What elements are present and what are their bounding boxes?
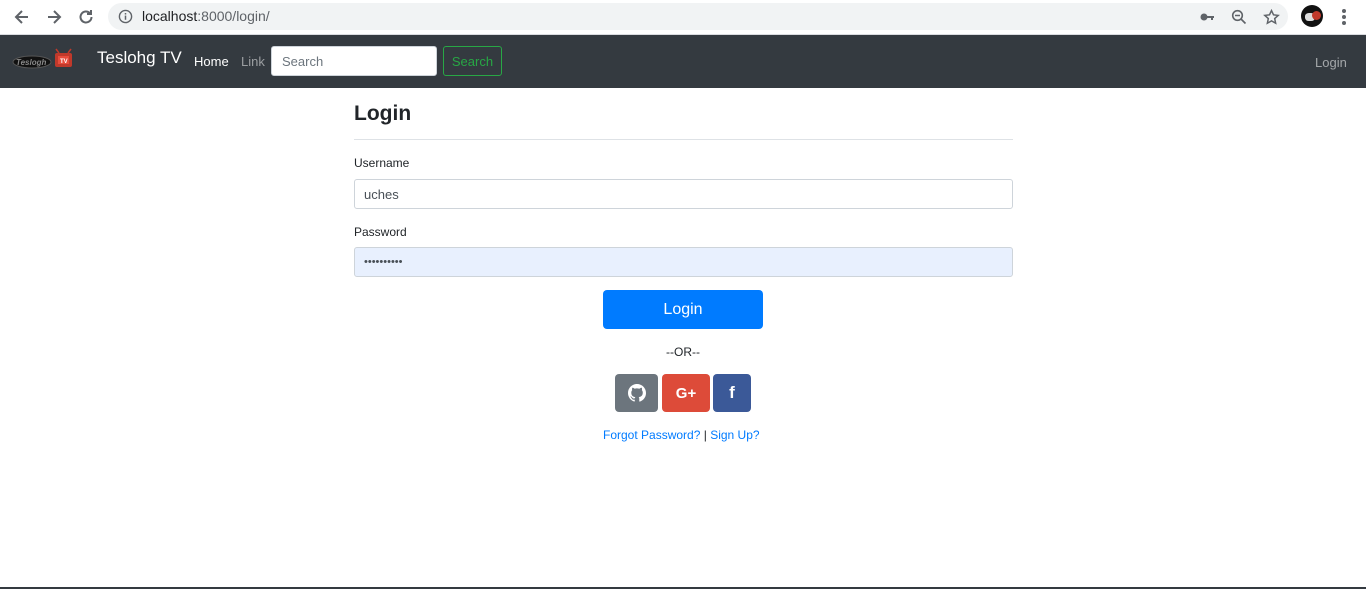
forward-button[interactable]: [42, 5, 66, 29]
info-icon[interactable]: [118, 9, 133, 29]
site-navbar: Teslogh TV Teslohg TV Home Link Search L…: [0, 35, 1366, 88]
github-login-button[interactable]: [615, 374, 658, 412]
back-arrow-icon: [14, 10, 28, 24]
nav-search-input[interactable]: [271, 46, 437, 76]
browser-toolbar: localhost:8000/login/: [0, 0, 1366, 35]
svg-text:TV: TV: [60, 59, 68, 65]
reload-button[interactable]: [74, 5, 98, 29]
facebook-login-button[interactable]: f: [713, 374, 751, 412]
sign-up-link[interactable]: Sign Up?: [710, 428, 759, 442]
nav-link[interactable]: Link: [241, 54, 265, 69]
address-bar[interactable]: localhost:8000/login/: [108, 3, 1288, 30]
avatar-dot: [1312, 11, 1321, 20]
nav-login-link[interactable]: Login: [1315, 55, 1347, 70]
brand-title[interactable]: Teslohg TV: [97, 48, 182, 68]
menu-kebab-icon[interactable]: [1336, 7, 1352, 27]
forgot-password-link[interactable]: Forgot Password?: [603, 428, 700, 442]
username-label: Username: [354, 156, 410, 170]
url-host: localhost: [142, 8, 198, 24]
svg-text:Teslogh: Teslogh: [16, 58, 46, 67]
back-button[interactable]: [10, 5, 34, 29]
login-button[interactable]: Login: [603, 290, 763, 329]
nav-home-link[interactable]: Home: [194, 54, 229, 69]
links-separator: |: [700, 428, 711, 442]
google-plus-login-button[interactable]: G+: [662, 374, 710, 412]
address-url[interactable]: localhost:8000/login/: [142, 8, 270, 24]
or-separator: --OR--: [666, 345, 700, 359]
github-icon: [627, 384, 646, 402]
reload-icon: [79, 10, 93, 24]
password-field[interactable]: [354, 247, 1013, 277]
key-icon[interactable]: [1198, 8, 1216, 26]
title-divider: [354, 139, 1013, 140]
nav-search-button[interactable]: Search: [443, 46, 502, 76]
page-title: Login: [354, 102, 412, 125]
bookmark-star-icon[interactable]: [1262, 8, 1280, 26]
auth-links: Forgot Password? | Sign Up?: [603, 428, 760, 442]
facebook-icon: f: [729, 383, 735, 402]
username-field[interactable]: [354, 179, 1013, 209]
google-plus-icon: G+: [675, 384, 697, 402]
password-label: Password: [354, 225, 407, 239]
profile-avatar[interactable]: [1301, 5, 1323, 27]
zoom-icon[interactable]: [1230, 8, 1248, 26]
forward-arrow-icon: [48, 10, 62, 24]
site-logo[interactable]: Teslogh TV: [12, 47, 76, 71]
logo-image: Teslogh TV: [12, 48, 72, 69]
url-path: :8000/login/: [197, 8, 270, 24]
